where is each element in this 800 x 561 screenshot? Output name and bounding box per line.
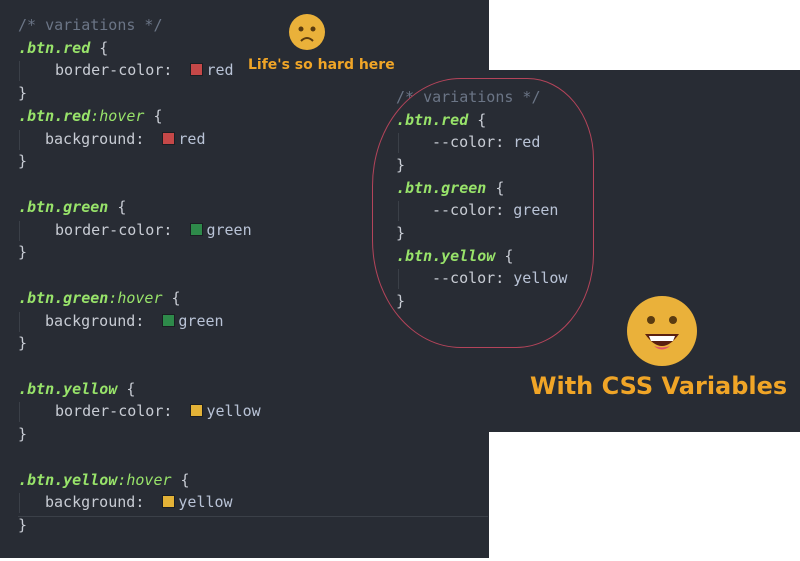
css-value: yellow	[178, 493, 233, 511]
highlight-oval	[372, 78, 594, 348]
indent-guide	[19, 493, 20, 513]
code-line: .btn.red:hover {	[18, 105, 163, 127]
css-selector: .btn.green	[18, 198, 109, 216]
code-line: border-color: green	[55, 219, 252, 241]
colon: :	[163, 61, 191, 79]
color-swatch-icon	[190, 404, 204, 417]
code-line: background: red	[45, 128, 206, 150]
code-line: }	[18, 514, 27, 536]
css-property: background	[45, 312, 136, 330]
css-property: border-color	[55, 402, 164, 420]
indent-guide	[19, 402, 20, 422]
indent-guide	[19, 221, 20, 241]
css-property: background	[45, 130, 136, 148]
css-property: border-color	[55, 221, 164, 239]
code-line: border-color: yellow	[55, 400, 261, 422]
css-value: green	[206, 221, 252, 239]
color-swatch-icon	[162, 132, 176, 145]
css-pseudo: :hover	[108, 289, 163, 307]
colon: :	[163, 221, 191, 239]
colon: :	[135, 312, 163, 330]
css-selector: .btn.green	[18, 289, 109, 307]
code-line: .btn.green:hover {	[18, 287, 181, 309]
css-property: background	[45, 493, 136, 511]
indent-guide	[19, 61, 20, 81]
happy-caption: With CSS Variables	[530, 372, 788, 400]
color-swatch-icon	[162, 314, 176, 327]
close-brace: }	[18, 152, 28, 170]
close-brace: }	[18, 516, 28, 534]
code-line: background: green	[45, 310, 224, 332]
close-brace: }	[18, 334, 28, 352]
close-brace: }	[18, 243, 28, 261]
happy-face-icon	[627, 296, 697, 366]
indent-guide	[19, 130, 20, 150]
css-value: green	[178, 312, 224, 330]
css-value: yellow	[206, 402, 261, 420]
code-line: border-color: red	[55, 59, 234, 81]
open-brace: {	[90, 39, 109, 57]
close-brace: }	[18, 84, 28, 102]
code-line: .btn.green {	[18, 196, 126, 218]
open-brace: {	[162, 289, 181, 307]
code-line: }	[18, 241, 27, 263]
css-selector: .btn.yellow	[18, 471, 118, 489]
code-comment: /* variations */	[18, 16, 163, 34]
colon: :	[135, 130, 163, 148]
css-property: border-color	[55, 61, 164, 79]
css-value: red	[206, 61, 234, 79]
color-swatch-icon	[190, 63, 204, 76]
colon: :	[135, 493, 163, 511]
css-value: red	[178, 130, 206, 148]
indent-guide	[19, 312, 20, 332]
sad-caption: Life's so hard here	[248, 57, 395, 73]
css-selector: .btn.yellow	[18, 380, 118, 398]
code-line: }	[18, 150, 27, 172]
code-line: }	[18, 423, 27, 445]
color-swatch-icon	[162, 495, 176, 508]
code-line: .btn.yellow {	[18, 378, 135, 400]
code-line: background: yellow	[45, 491, 233, 513]
open-brace: {	[117, 380, 136, 398]
colon: :	[163, 402, 191, 420]
css-selector: .btn.red	[18, 39, 91, 57]
css-pseudo: :hover	[90, 107, 145, 125]
code-line: .btn.yellow:hover {	[18, 469, 190, 491]
css-pseudo: :hover	[117, 471, 172, 489]
color-swatch-icon	[190, 223, 204, 236]
cursor-line-highlight	[18, 516, 488, 517]
open-brace: {	[108, 198, 127, 216]
open-brace: {	[171, 471, 190, 489]
code-line: }	[18, 332, 27, 354]
close-brace: }	[18, 425, 28, 443]
sad-face-icon	[289, 14, 325, 50]
code-line: .btn.red {	[18, 37, 108, 59]
code-line: }	[18, 82, 27, 104]
css-selector: .btn.red	[18, 107, 91, 125]
open-brace: {	[144, 107, 163, 125]
